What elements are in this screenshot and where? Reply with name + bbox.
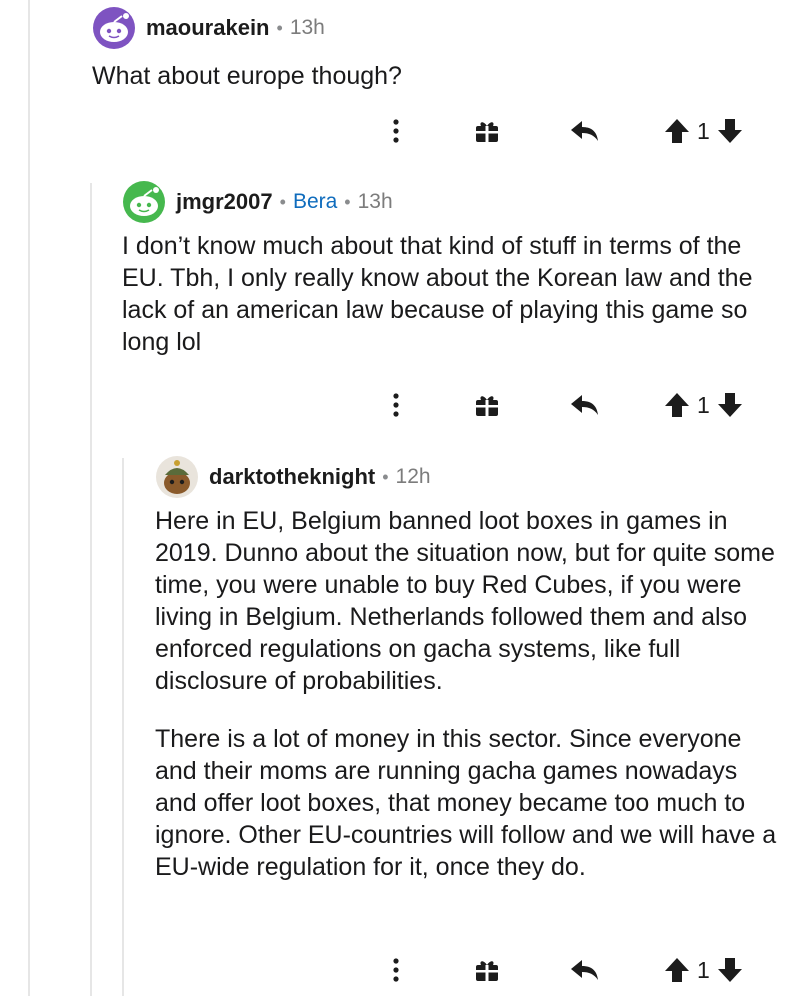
award-button[interactable] — [474, 118, 500, 144]
timestamp: 13h — [289, 16, 325, 39]
username[interactable]: maourakein — [146, 15, 270, 41]
username[interactable]: darktotheknight — [209, 464, 375, 490]
more-options-button[interactable] — [386, 118, 406, 144]
more-vertical-icon — [393, 393, 399, 417]
username[interactable]: jmgr2007 — [176, 189, 273, 215]
gift-award-icon — [476, 961, 498, 981]
comment-body: Here in EU, Belgium banned loot boxes in… — [155, 505, 782, 883]
reply-button[interactable] — [570, 393, 600, 417]
reply-button[interactable] — [570, 119, 600, 143]
avatar[interactable] — [155, 455, 199, 499]
downvote-arrow-icon[interactable] — [717, 118, 743, 144]
reply-arrow-icon — [571, 121, 598, 141]
comment-thread: maourakein • 13h What about europe thoug… — [0, 0, 800, 996]
reply-button[interactable] — [570, 958, 600, 982]
snoo-avatar-icon — [156, 456, 198, 498]
comment-paragraph: I don’t know much about that kind of stu… — [122, 232, 753, 356]
more-options-button[interactable] — [386, 392, 406, 418]
gift-award-icon — [476, 122, 498, 142]
comment: darktotheknight • 12h Here in EU, Belgiu… — [155, 455, 782, 883]
separator-dot: • — [279, 191, 286, 212]
avatar[interactable] — [92, 6, 136, 50]
gift-award-icon — [476, 396, 498, 416]
vote-score: 1 — [697, 391, 710, 418]
thread-line[interactable] — [122, 458, 124, 996]
upvote-arrow-icon[interactable] — [664, 118, 690, 144]
downvote-arrow-icon[interactable] — [717, 392, 743, 418]
comment-header: darktotheknight • 12h — [155, 455, 782, 499]
comment-header: maourakein • 13h — [92, 6, 782, 50]
snoo-avatar-icon — [123, 181, 165, 223]
more-options-button[interactable] — [386, 957, 406, 983]
award-button[interactable] — [474, 392, 500, 418]
comment-body: What about europe though? — [92, 60, 782, 92]
snoo-avatar-icon — [93, 7, 135, 49]
vote-controls: 1 — [664, 118, 743, 145]
user-flair: Bera — [292, 190, 338, 213]
separator-dot: • — [276, 17, 283, 38]
comment-paragraph: Here in EU, Belgium banned loot boxes in… — [155, 507, 775, 695]
vote-score: 1 — [697, 956, 710, 983]
downvote-arrow-icon[interactable] — [717, 957, 743, 983]
comment-paragraph: What about europe though? — [92, 62, 402, 90]
reply-arrow-icon — [571, 395, 598, 415]
timestamp: 13h — [357, 190, 393, 213]
more-vertical-icon — [393, 119, 399, 143]
more-vertical-icon — [393, 958, 399, 982]
vote-controls: 1 — [664, 392, 743, 419]
separator-dot: • — [344, 191, 351, 212]
award-button[interactable] — [474, 957, 500, 983]
comment-actions: 1 — [386, 111, 743, 151]
comment-body: I don’t know much about that kind of stu… — [122, 230, 762, 358]
thread-line[interactable] — [28, 0, 30, 996]
reply-arrow-icon — [571, 960, 598, 980]
comment-actions: 1 — [386, 385, 743, 425]
upvote-arrow-icon[interactable] — [664, 392, 690, 418]
vote-score: 1 — [697, 117, 710, 144]
timestamp: 12h — [395, 465, 431, 488]
comment-paragraph: There is a lot of money in this sector. … — [155, 725, 777, 881]
comment-header: jmgr2007 • Bera • 13h — [122, 180, 782, 224]
avatar[interactable] — [122, 180, 166, 224]
comment: maourakein • 13h What about europe thoug… — [92, 6, 782, 92]
upvote-arrow-icon[interactable] — [664, 957, 690, 983]
separator-dot: • — [382, 466, 389, 487]
vote-controls: 1 — [664, 957, 743, 984]
thread-line[interactable] — [90, 183, 92, 996]
comment-actions: 1 — [386, 950, 743, 990]
comment: jmgr2007 • Bera • 13h I don’t know much … — [122, 180, 782, 358]
